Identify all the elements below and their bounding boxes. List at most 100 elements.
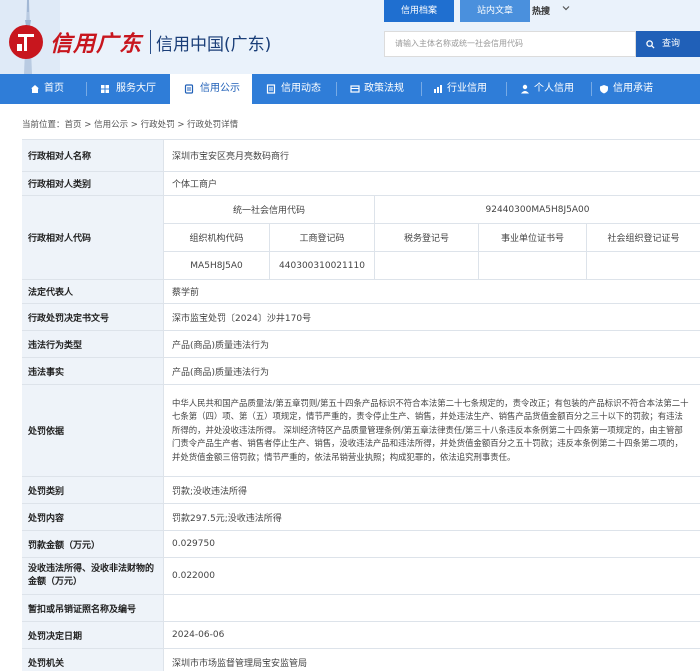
chevron-down-icon[interactable] <box>562 4 570 12</box>
row-value: 产品(商品)质量违法行为 <box>172 367 270 378</box>
nav-divider <box>86 82 87 96</box>
nav-item-credit-news[interactable]: 信用动态 <box>254 74 334 104</box>
table-row: 违法行为类型 产品(商品)质量违法行为 <box>22 331 700 358</box>
breadcrumb-item-admin-penalty[interactable]: 行政处罚 <box>141 120 175 130</box>
row-label: 没收违法所得、没收非法财物的金额（万元） <box>22 558 164 594</box>
row-value: 蔡学前 <box>172 288 200 298</box>
row-value: 深圳市宝安区亮月亮数码商行 <box>172 152 290 162</box>
site-title: 信用中国(广东) <box>156 35 272 55</box>
site-header: 信用广东 信用中国(广东) 信用档案 站内文章 热搜 请输入主体名称或统一社会信… <box>0 0 700 74</box>
nav-label-service-hall: 服务大厅 <box>116 83 156 94</box>
search-button-label: 查询 <box>662 39 681 49</box>
nav-divider <box>336 82 337 96</box>
search-button[interactable]: 查询 <box>636 31 700 57</box>
table-row: 罚款金额（万元） 0.029750 <box>22 531 700 558</box>
row-label: 暂扣或吊销证照名称及编号 <box>22 595 164 621</box>
table-row: 处罚机关 深圳市市场监督管理局宝安监管局 <box>22 649 700 671</box>
breadcrumb-separator: > <box>81 120 95 130</box>
row-label: 处罚类别 <box>22 477 164 503</box>
brand-logo-text: 信用广东 <box>50 31 143 57</box>
table-row: 没收违法所得、没收非法财物的金额（万元） 0.022000 <box>22 558 700 595</box>
uscc-label: 统一社会信用代码 <box>164 196 375 224</box>
penalty-detail-table: 行政相对人名称 深圳市宝安区亮月亮数码商行 行政相对人类别 个体工商户 行政相对… <box>22 139 700 671</box>
industry-icon <box>434 85 442 93</box>
breadcrumb-separator: > <box>128 120 141 130</box>
table-row: 处罚类别 罚款;没收违法所得 <box>22 477 700 504</box>
person-icon <box>521 84 529 94</box>
nav-label-credit-publicity: 信用公示 <box>200 83 240 94</box>
announce-icon <box>184 84 194 94</box>
nav-label-policies: 政策法规 <box>364 83 404 94</box>
row-label: 行政相对人类别 <box>22 172 164 195</box>
row-label: 处罚机关 <box>22 649 164 671</box>
nav-item-credit-commitment[interactable]: 信用承诺 <box>593 74 693 104</box>
nav-item-service-hall[interactable]: 服务大厅 <box>88 74 168 104</box>
table-row: 处罚依据 中华人民共和国产品质量法/第五章罚则/第五十四条产品标识不符合本法第二… <box>22 385 700 477</box>
row-label: 罚款金额（万元） <box>22 531 164 557</box>
row-label: 法定代表人 <box>22 280 164 303</box>
table-row: 行政相对人类别 个体工商户 <box>22 172 700 196</box>
home-icon <box>31 85 39 93</box>
row-label: 行政相对人名称 <box>22 140 164 171</box>
table-row-codes: 行政相对人代码 统一社会信用代码 92440300MA5H8J5A00 组织机构… <box>22 196 700 280</box>
table-row: 违法事实 产品(商品)质量违法行为 <box>22 358 700 385</box>
institution-cert-header: 事业单位证书号 <box>479 224 587 252</box>
main-nav: 首页 服务大厅 信用公示 信用动态 政策法规 行业信用 个人信用 信用承诺 <box>0 74 700 104</box>
row-label: 违法行为类型 <box>22 331 164 357</box>
row-value <box>164 595 700 621</box>
nav-divider <box>421 82 422 96</box>
search-input[interactable]: 请输入主体名称或统一社会信用代码 <box>384 31 636 57</box>
breadcrumb: 当前位置：首页 > 信用公示 > 行政处罚 > 行政处罚详情 <box>22 118 238 130</box>
table-row: 行政处罚决定书文号 深市监宝处罚〔2024〕沙井170号 <box>22 304 700 331</box>
breadcrumb-item-home[interactable]: 首页 <box>65 120 82 130</box>
business-reg-value: 440300310021110 <box>270 252 375 280</box>
row-label: 违法事实 <box>22 358 164 384</box>
business-reg-header: 工商登记码 <box>270 224 375 252</box>
org-code-header: 组织机构代码 <box>164 224 270 252</box>
nav-label-credit-news: 信用动态 <box>281 83 321 94</box>
table-row: 处罚决定日期 2024-06-06 <box>22 622 700 649</box>
search-icon <box>646 40 655 49</box>
table-row: 处罚内容 罚款297.5元;没收违法所得 <box>22 504 700 531</box>
social-org-value <box>587 252 700 280</box>
credit-logo-icon <box>9 25 43 59</box>
nav-item-industry-credit[interactable]: 行业信用 <box>423 74 505 104</box>
uscc-value: 92440300MA5H8J5A00 <box>375 196 700 224</box>
social-org-header: 社会组织登记证号 <box>587 224 700 252</box>
row-value: 产品(商品)质量违法行为 <box>172 340 270 351</box>
row-value: 0.029750 <box>172 539 215 549</box>
nav-label-credit-commitment: 信用承诺 <box>613 83 653 94</box>
nav-item-policies[interactable]: 政策法规 <box>338 74 420 104</box>
table-row: 暂扣或吊销证照名称及编号 <box>22 595 700 622</box>
brand-divider <box>150 30 151 54</box>
row-label: 处罚依据 <box>22 385 164 476</box>
document-icon <box>266 84 276 94</box>
row-value: 深圳市市场监督管理局宝安监管局 <box>172 658 308 669</box>
row-label: 行政处罚决定书文号 <box>22 304 164 330</box>
breadcrumb-prefix: 当前位置： <box>22 120 65 130</box>
row-label: 行政相对人代码 <box>22 196 164 279</box>
row-value: 0.022000 <box>172 571 215 581</box>
shield-icon <box>600 85 608 94</box>
row-label: 处罚内容 <box>22 504 164 530</box>
tax-reg-header: 税务登记号 <box>375 224 479 252</box>
breadcrumb-separator: > <box>174 120 188 130</box>
nav-item-home[interactable]: 首页 <box>14 74 84 104</box>
hot-search-label[interactable]: 热搜 <box>532 4 550 17</box>
grid-icon <box>101 85 109 93</box>
institution-cert-value <box>479 252 587 280</box>
nav-divider <box>506 82 507 96</box>
row-value-legal-basis: 中华人民共和国产品质量法/第五章罚则/第五十四条产品标识不符合本法第二十七条规定… <box>172 397 689 462</box>
row-value: 罚款297.5元;没收违法所得 <box>172 513 282 524</box>
tab-site-articles[interactable]: 站内文章 <box>460 0 530 22</box>
nav-label-home: 首页 <box>44 83 64 94</box>
tab-credit-archive[interactable]: 信用档案 <box>384 0 454 22</box>
row-value: 个体工商户 <box>172 180 218 190</box>
row-label: 处罚决定日期 <box>22 622 164 648</box>
nav-item-personal-credit[interactable]: 个人信用 <box>508 74 590 104</box>
row-value: 罚款;没收违法所得 <box>172 486 248 497</box>
tax-reg-value <box>375 252 479 280</box>
table-row: 行政相对人名称 深圳市宝安区亮月亮数码商行 <box>22 140 700 172</box>
nav-item-credit-publicity[interactable]: 信用公示 <box>170 74 252 104</box>
breadcrumb-item-credit-publicity[interactable]: 信用公示 <box>94 120 128 130</box>
